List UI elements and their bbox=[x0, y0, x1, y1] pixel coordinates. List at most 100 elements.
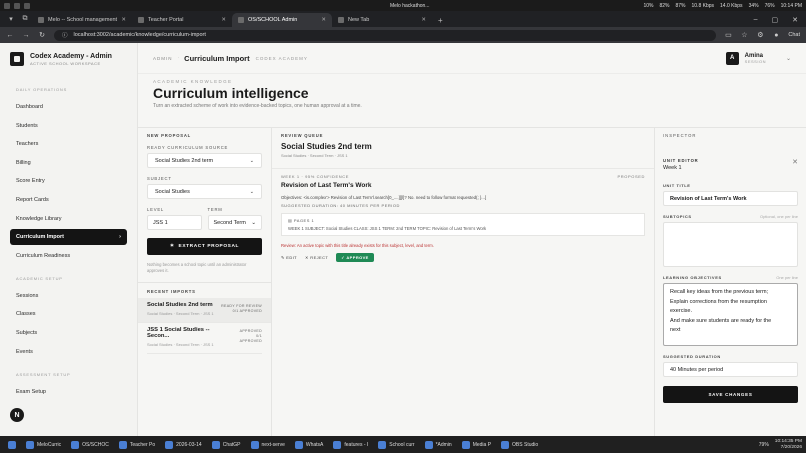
reject-button[interactable]: ✕ REJECT bbox=[305, 255, 328, 260]
edit-button[interactable]: ✎ EDIT bbox=[281, 255, 297, 260]
level-label: LEVEL bbox=[147, 207, 165, 212]
recent-import-item[interactable]: Social Studies 2nd term Social Studies · … bbox=[138, 298, 271, 323]
divider bbox=[138, 282, 271, 283]
extract-proposal-button[interactable]: ✶ EXTRACT PROPOSAL bbox=[147, 238, 262, 255]
user-menu[interactable]: A Amina SESSION ⌄ bbox=[725, 51, 791, 65]
clock-date: 7/20/2026 bbox=[780, 444, 802, 450]
sidebar-item-label: Knowledge Library bbox=[16, 215, 62, 222]
unit-title-input[interactable]: Revision of Last Term's Work bbox=[663, 191, 798, 206]
objectives-textarea[interactable]: Recall key ideas from the previous term;… bbox=[663, 283, 798, 346]
close-tab-icon[interactable]: ✕ bbox=[221, 17, 226, 23]
recent-import-item[interactable]: JSS 1 Social Studies -- Secon... Social S… bbox=[147, 323, 262, 354]
url-field[interactable]: ⓘ localhost:3002/academic/knowledge/curr… bbox=[54, 29, 717, 41]
site-info-icon[interactable]: ⓘ bbox=[62, 31, 68, 39]
review-queue-panel: REVIEW QUEUE Social Studies 2nd term Soc… bbox=[272, 128, 655, 436]
top-bar: ADMIN · Curriculum Import CODEX ACADEMY … bbox=[138, 43, 806, 74]
app-icon bbox=[333, 440, 342, 449]
start-button[interactable] bbox=[4, 437, 20, 452]
assistant-badge[interactable]: N bbox=[10, 408, 24, 422]
back-icon[interactable]: ← bbox=[6, 32, 14, 39]
inspector-heading: INSPECTOR bbox=[663, 133, 697, 138]
app-icon[interactable] bbox=[24, 2, 30, 9]
tab-search-icon[interactable]: ⧉ bbox=[20, 14, 30, 24]
sidebar-item-sessions[interactable]: Sessions bbox=[10, 288, 127, 304]
extensions-icon[interactable]: ⚙ bbox=[756, 31, 764, 39]
taskbar-app[interactable]: OBS Studio bbox=[497, 437, 542, 452]
sidebar-item-curriculum-readiness[interactable]: Curriculum Readiness bbox=[10, 248, 127, 264]
sidebar-item-subjects[interactable]: Subjects bbox=[10, 325, 127, 341]
sidebar-item-score-entry[interactable]: Score Entry bbox=[10, 173, 127, 189]
taskbar-app[interactable]: School curr bbox=[374, 437, 418, 452]
sidebar-item-exam-setup[interactable]: Exam Setup bbox=[10, 384, 127, 400]
duration-input[interactable]: 40 Minutes per period bbox=[663, 362, 798, 377]
logo-icon bbox=[10, 52, 24, 66]
taskbar-app[interactable]: features - I bbox=[329, 437, 372, 452]
objective-line: And make sure students are ready for the bbox=[670, 317, 772, 324]
brand-name: Codex Academy - Admin bbox=[30, 52, 112, 60]
media-widget[interactable]: Melo hackathon... bbox=[390, 3, 429, 9]
forward-icon[interactable]: → bbox=[22, 32, 30, 39]
card-duration: SUGGESTED DURATION: 40 MINUTES PER PERIO… bbox=[281, 203, 400, 208]
save-changes-button[interactable]: SAVE CHANGES bbox=[663, 386, 798, 403]
taskbar-app[interactable]: Media P bbox=[458, 437, 495, 452]
sidebar-item-label: Teachers bbox=[16, 141, 39, 148]
browser-tab[interactable]: OS/SCHOOL Admin ✕ bbox=[232, 13, 332, 27]
source-select[interactable]: Social Studies 2nd term ⌄ bbox=[147, 153, 262, 168]
sidebar-item-dashboard[interactable]: Dashboard bbox=[10, 99, 127, 115]
taskbar-app[interactable]: OS/SCHOC bbox=[67, 437, 113, 452]
profile-icon[interactable]: ● bbox=[772, 32, 780, 39]
level-input[interactable]: JSS 1 bbox=[147, 215, 202, 230]
sidebar-item-label: Exam Setup bbox=[16, 388, 46, 395]
sidebar-item-knowledge-library[interactable]: Knowledge Library bbox=[10, 211, 127, 227]
close-icon[interactable]: ✕ bbox=[792, 158, 798, 166]
taskbar-app[interactable]: 2026-03-14 bbox=[161, 437, 206, 452]
close-tab-icon[interactable]: ✕ bbox=[321, 17, 326, 23]
minimize-icon[interactable]: – bbox=[754, 16, 758, 24]
close-tab-icon[interactable]: ✕ bbox=[121, 17, 126, 23]
sidebar-item-teachers[interactable]: Teachers bbox=[10, 136, 127, 152]
close-tab-icon[interactable]: ✕ bbox=[421, 17, 426, 23]
sidebar-item-curriculum-import[interactable]: Curriculum Import › bbox=[10, 229, 127, 246]
sidebar-item-classes[interactable]: Classes bbox=[10, 306, 127, 322]
sidebar-item-billing[interactable]: Billing bbox=[10, 155, 127, 171]
import-approved-count: 0/1 APPROVED bbox=[239, 334, 262, 343]
new-tab-button[interactable]: + bbox=[438, 16, 443, 25]
user-role: SESSION bbox=[744, 58, 766, 64]
browser-tab[interactable]: Melo -- School management, attr✕ bbox=[32, 13, 132, 27]
sidebar-item-students[interactable]: Students bbox=[10, 118, 127, 134]
breadcrumb-admin[interactable]: ADMIN bbox=[153, 56, 173, 61]
chevron-down-icon[interactable]: ⌄ bbox=[786, 55, 791, 62]
source-label: READY CURRICULUM SOURCE bbox=[147, 145, 229, 150]
taskbar-app[interactable]: Teacher Po bbox=[115, 437, 159, 452]
tab-menu-icon[interactable]: ▾ bbox=[6, 14, 16, 24]
sidebar-item-report-cards[interactable]: Report Cards bbox=[10, 192, 127, 208]
screenshot-icon[interactable]: ▭ bbox=[724, 31, 732, 39]
term-label: TERM bbox=[207, 207, 223, 212]
chat-button[interactable]: Chat bbox=[788, 32, 800, 38]
browser-tab[interactable]: Teacher Portal ✕ bbox=[132, 13, 232, 27]
approve-button[interactable]: ✓ APPROVE bbox=[336, 253, 374, 262]
taskbar-app[interactable]: *Admin bbox=[421, 437, 456, 452]
clock[interactable]: 10:14:35 PM 7/20/2026 bbox=[775, 439, 802, 451]
subtopics-textarea[interactable] bbox=[663, 222, 798, 267]
close-window-icon[interactable]: ✕ bbox=[792, 16, 798, 24]
favicon-icon bbox=[38, 17, 44, 23]
app-icon bbox=[26, 440, 34, 449]
topic-card[interactable]: WEEK 1 · 95% CONFIDENCE PROPOSED Revisio… bbox=[272, 168, 654, 267]
taskbar-app[interactable]: ChatGP bbox=[208, 437, 245, 452]
app-icon[interactable] bbox=[14, 2, 20, 9]
browser-tab[interactable]: New Tab ✕ bbox=[332, 13, 432, 27]
taskbar-app[interactable]: next-serve bbox=[247, 437, 289, 452]
subject-select[interactable]: Social Studies ⌄ bbox=[147, 184, 262, 199]
star-icon[interactable]: ☆ bbox=[740, 31, 748, 39]
app-icon[interactable] bbox=[4, 2, 10, 9]
taskbar-app[interactable]: MeloCurric bbox=[22, 437, 65, 452]
reload-icon[interactable]: ↻ bbox=[38, 31, 46, 39]
card-objectives: Objectives: <is.complex'> Revision of La… bbox=[281, 195, 487, 200]
sidebar-item-events[interactable]: Events bbox=[10, 344, 127, 360]
taskbar-app-label: 2026-03-14 bbox=[176, 441, 202, 448]
main-area: ADMIN · Curriculum Import CODEX ACADEMY … bbox=[138, 43, 806, 436]
term-select[interactable]: Second Term ⌄ bbox=[207, 215, 262, 230]
maximize-icon[interactable]: ▢ bbox=[772, 16, 779, 24]
taskbar-app[interactable]: WhatsA bbox=[291, 437, 328, 452]
